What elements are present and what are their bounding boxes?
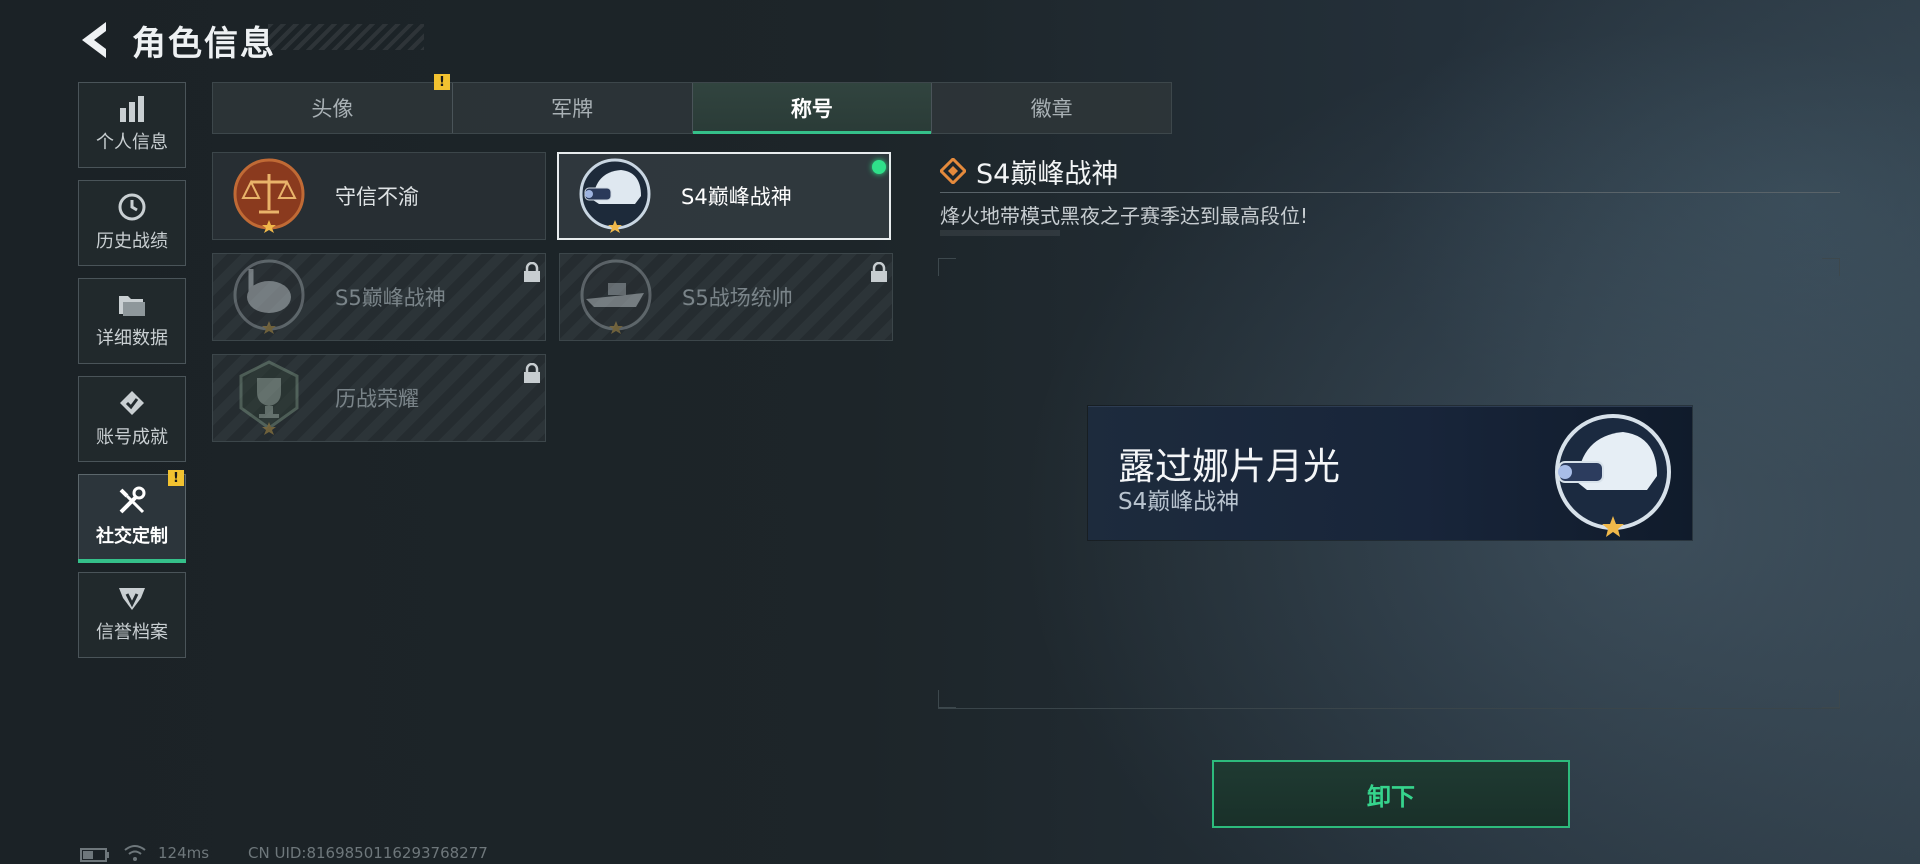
title-type-icon xyxy=(940,158,966,184)
frame-corner xyxy=(938,690,956,708)
lock-icon xyxy=(871,262,887,282)
bar-chart-icon xyxy=(120,96,144,122)
tab-title[interactable]: 称号 xyxy=(692,83,933,134)
frame-corner xyxy=(1822,258,1840,276)
uid-text: CN UID:8169850116293768277 xyxy=(248,844,488,862)
alert-badge: ! xyxy=(168,470,184,486)
title-name: S5巅峰战神 xyxy=(335,286,446,310)
sidebar-item-social-custom[interactable]: 社交定制 xyxy=(78,474,186,563)
unequip-button[interactable]: 卸下 xyxy=(1212,760,1570,828)
lock-icon xyxy=(524,262,540,282)
ping-value: 124ms xyxy=(158,844,210,862)
scales-emblem-icon xyxy=(233,158,305,233)
title-name: 历战荣耀 xyxy=(335,387,419,411)
trophy-emblem-icon xyxy=(239,360,299,435)
lock-icon xyxy=(524,363,540,383)
equipped-indicator xyxy=(872,160,886,174)
divider xyxy=(940,192,1840,193)
title-name: S5战场统帅 xyxy=(682,286,793,310)
helmet-emblem-icon xyxy=(579,158,651,233)
sidebar-item-label: 详细数据 xyxy=(96,328,168,349)
title-card-selected[interactable]: S4巅峰战神 xyxy=(557,152,891,240)
boat-emblem-icon xyxy=(580,259,652,334)
back-arrow-icon xyxy=(82,22,106,58)
title-name: 守信不渝 xyxy=(335,185,419,209)
page-title: 角色信息 xyxy=(132,24,276,64)
tools-icon xyxy=(119,486,146,514)
helmet-emblem-icon xyxy=(1555,414,1671,537)
wifi-icon xyxy=(124,845,146,861)
tab-avatar[interactable]: 头像 xyxy=(213,83,453,133)
detail-description: 烽火地带模式黑夜之子赛季达到最高段位! xyxy=(940,204,1309,228)
frame-corner xyxy=(1822,690,1840,708)
alert-badge: ! xyxy=(434,74,450,90)
tab-dog-tag[interactable]: 军牌 xyxy=(453,83,693,133)
battery-icon xyxy=(80,848,109,862)
title-card-locked[interactable]: 历战荣耀 xyxy=(212,354,546,442)
sidebar-item-label: 个人信息 xyxy=(96,132,168,153)
title-name: S4巅峰战神 xyxy=(681,185,792,209)
reputation-icon xyxy=(119,588,145,610)
sidebar-item-label: 历史战绩 xyxy=(96,231,168,252)
detail-title: S4巅峰战神 xyxy=(976,159,1119,190)
title-card-locked[interactable]: S5战场统帅 xyxy=(559,253,893,341)
clock-icon xyxy=(118,193,146,221)
divider xyxy=(938,708,1840,709)
sidebar-item-achievements[interactable]: 账号成就 xyxy=(78,376,186,462)
sidebar-item-personal-info[interactable]: 个人信息 xyxy=(78,82,186,168)
sidebar-item-history[interactable]: 历史战绩 xyxy=(78,180,186,266)
title-card[interactable]: 守信不渝 xyxy=(212,152,546,240)
sidebar-item-label: 信誉档案 xyxy=(96,622,168,643)
sidebar-item-reputation[interactable]: 信誉档案 xyxy=(78,572,186,658)
tab-badge[interactable]: 徽章 xyxy=(932,83,1171,133)
sidebar-item-detailed-data[interactable]: 详细数据 xyxy=(78,278,186,364)
sidebar-item-label: 账号成就 xyxy=(96,427,168,448)
sidebar-item-label: 社交定制 xyxy=(96,526,168,547)
tab-bar: 头像 军牌 称号 徽章 xyxy=(212,82,1172,134)
folder-icon xyxy=(119,296,145,316)
achievement-icon xyxy=(120,391,144,415)
title-decoration xyxy=(268,24,424,50)
title-card-locked[interactable]: S5巅峰战神 xyxy=(212,253,546,341)
frame-corner xyxy=(938,258,956,276)
back-button[interactable] xyxy=(76,18,116,62)
preview-title: S4巅峰战神 xyxy=(1118,489,1240,515)
decorative-bar xyxy=(940,230,1060,236)
diver-emblem-icon xyxy=(233,259,305,334)
